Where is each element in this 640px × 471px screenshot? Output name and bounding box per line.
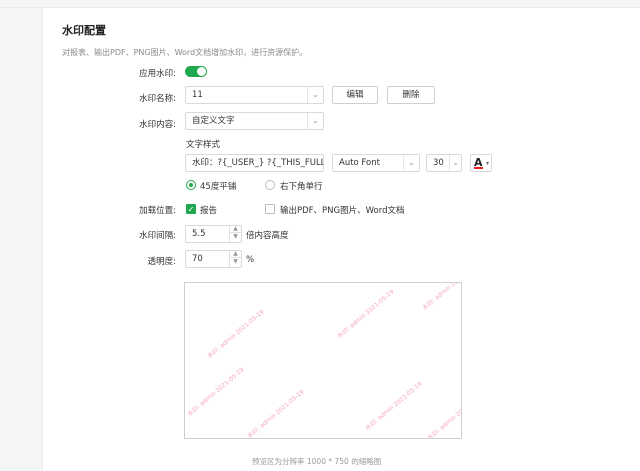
content-label: 水印内容: xyxy=(139,120,176,130)
interval-stepper[interactable]: ▲ ▼ xyxy=(229,226,241,242)
watermark-name-select[interactable]: 11 ⌄ xyxy=(185,86,324,104)
opacity-input[interactable]: 70 ▲ ▼ xyxy=(185,250,242,268)
watermark-text: 水印: admin 2021-05-19 xyxy=(246,388,306,439)
watermark-text: 水印: admin 2021-05-19 xyxy=(426,390,462,439)
interval-label: 水印间隔: xyxy=(139,231,176,241)
export-checkbox[interactable] xyxy=(265,204,275,214)
delete-button[interactable]: 删除 xyxy=(387,86,435,104)
section-description: 对报表、输出PDF、PNG图片、Word文档增加水印，进行资源保护。 xyxy=(62,48,308,57)
watermark-text: 水印: admin 2021-05-19 xyxy=(206,308,266,360)
opacity-unit: % xyxy=(246,255,255,265)
interval-input[interactable]: 5.5 ▲ ▼ xyxy=(185,225,242,243)
radio-bottom-right-label[interactable]: 右下角单行 xyxy=(280,180,323,192)
opacity-label: 透明度: xyxy=(147,257,176,267)
report-checkbox[interactable]: ✓ xyxy=(186,204,196,214)
radio-tile-45[interactable] xyxy=(186,180,196,190)
font-size-value: 30 xyxy=(433,158,444,168)
chevron-down-icon[interactable]: ⌄ xyxy=(307,87,323,103)
opacity-value: 70 xyxy=(192,254,203,264)
top-bar xyxy=(0,0,640,8)
interval-value: 5.5 xyxy=(192,229,206,239)
toggle-knob xyxy=(197,67,206,76)
watermark-text: 水印: admin 2021-05-19 xyxy=(336,288,396,340)
export-checkbox-label[interactable]: 输出PDF、PNG图片、Word文档 xyxy=(280,204,404,216)
font-select[interactable]: Auto Font ⌄ xyxy=(332,154,420,172)
caret-down-icon: ▾ xyxy=(485,160,489,167)
up-icon[interactable]: ▲ xyxy=(230,251,241,258)
color-indicator xyxy=(474,167,483,169)
watermark-text-input[interactable]: 水印：?{_USER_} ?{_THIS_FULL_DAY} xyxy=(185,154,324,172)
name-label: 水印名称: xyxy=(139,94,176,104)
up-icon[interactable]: ▲ xyxy=(230,226,241,233)
section-title: 水印配置 xyxy=(62,24,106,37)
radio-tile-45-label[interactable]: 45度平铺 xyxy=(200,180,236,192)
watermark-preview: 水印: admin 2021-05-19 水印: admin 2021-05-1… xyxy=(184,282,462,439)
down-icon[interactable]: ▼ xyxy=(230,258,241,266)
opacity-stepper[interactable]: ▲ ▼ xyxy=(229,251,241,267)
preview-caption: 预览区为分辨率 1000 * 750 的缩略图 xyxy=(252,457,382,466)
watermark-text: 水印: admin 2021-05-19 xyxy=(421,283,461,312)
watermark-text: 水印: admin 2021-05-19 xyxy=(186,366,246,418)
watermark-content-value: 自定义文字 xyxy=(192,116,235,126)
chevron-down-icon[interactable]: ⌄ xyxy=(449,155,461,171)
font-size-select[interactable]: 30 ⌄ xyxy=(426,154,462,172)
apply-watermark-toggle[interactable] xyxy=(185,66,207,77)
font-color-button[interactable]: A ▾ xyxy=(470,154,492,172)
watermark-content-select[interactable]: 自定义文字 ⌄ xyxy=(185,112,324,130)
edit-button[interactable]: 编辑 xyxy=(332,86,378,104)
position-label: 加载位置: xyxy=(139,206,176,216)
radio-bottom-right[interactable] xyxy=(265,180,275,190)
text-style-label: 文字样式 xyxy=(186,140,221,150)
apply-label: 应用水印: xyxy=(139,69,176,79)
watermark-name-value: 11 xyxy=(192,90,203,100)
interval-unit: 倍内容高度 xyxy=(246,231,289,241)
report-checkbox-label[interactable]: 报告 xyxy=(200,204,217,216)
chevron-down-icon[interactable]: ⌄ xyxy=(307,113,323,129)
chevron-down-icon[interactable]: ⌄ xyxy=(403,155,419,171)
watermark-text: 水印: admin 2021-05-19 xyxy=(364,380,424,432)
down-icon[interactable]: ▼ xyxy=(230,233,241,241)
font-value: Auto Font xyxy=(339,158,380,168)
